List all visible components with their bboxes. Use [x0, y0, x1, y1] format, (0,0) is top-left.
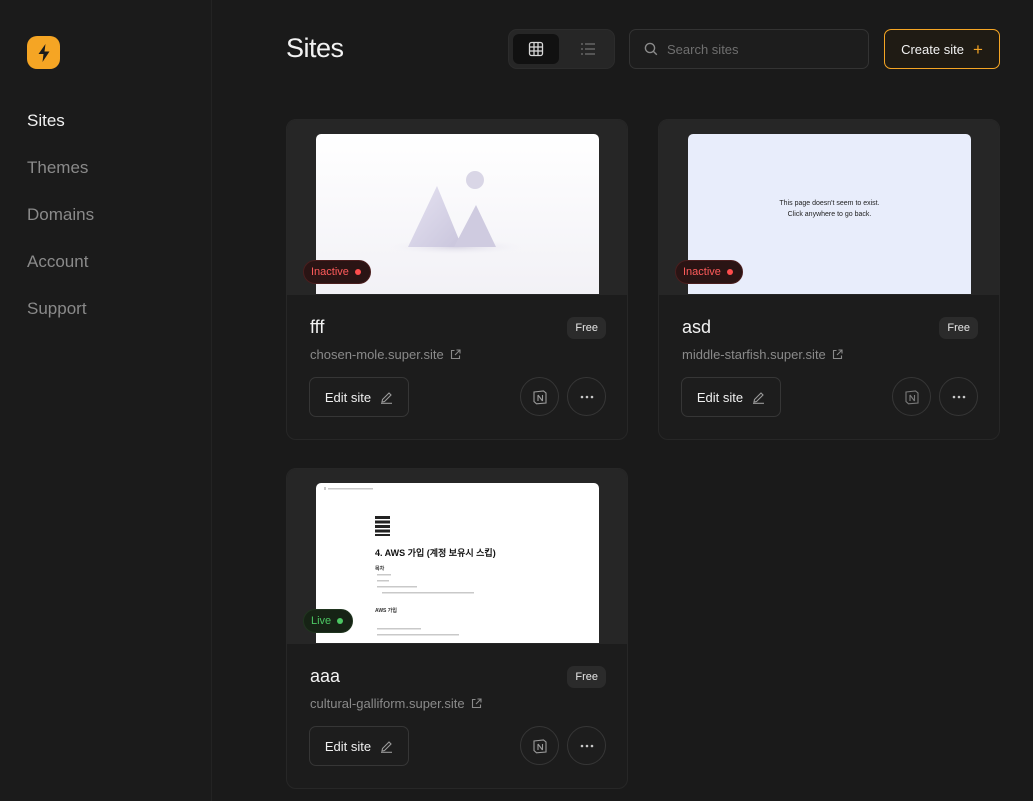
pencil-icon [381, 391, 393, 404]
edit-site-label: Edit site [324, 738, 372, 754]
external-link-icon [832, 349, 843, 360]
status-dot [726, 269, 733, 275]
edit-site-label: Edit site [696, 389, 744, 405]
search-box [629, 29, 869, 69]
sidebar-item-support[interactable]: Support [27, 296, 94, 343]
more-options-button[interactable] [567, 377, 606, 416]
site-url-text: cultural-galliform.super.site [310, 696, 465, 711]
more-horizontal-icon [580, 395, 593, 398]
grid-view-icon [528, 41, 544, 57]
more-horizontal-icon [580, 744, 593, 747]
status-badge: Inactive [303, 260, 371, 284]
status-dot [354, 269, 361, 275]
notion-icon [532, 389, 547, 404]
list-view-icon [581, 43, 595, 55]
edit-site-button[interactable]: Edit site [681, 377, 781, 417]
external-link-icon [450, 349, 461, 360]
edit-site-label: Edit site [324, 389, 372, 405]
site-card[interactable]: This page doesn't seem to exist. Click a… [658, 119, 1000, 440]
edit-site-button[interactable]: Edit site [309, 726, 409, 766]
site-card[interactable]: Inactive fff Free chosen-mole.super.site… [286, 119, 628, 440]
preview-doc-lines [324, 487, 474, 636]
create-site-button[interactable]: Create site + [884, 29, 1000, 69]
site-preview-area: 4. AWS 가입 (계정 보유시 스킵) 목차 AWS 가입 Live [287, 469, 627, 644]
site-url-link[interactable]: middle-starfish.super.site [682, 347, 843, 362]
sidebar-item-themes[interactable]: Themes [27, 155, 94, 202]
main-content: Sites Create site + [213, 0, 1033, 801]
sidebar: Sites Themes Domains Account Support [0, 0, 212, 801]
site-name: aaa [310, 666, 341, 686]
notion-icon [532, 738, 547, 753]
status-dot [337, 618, 344, 624]
list-view-button[interactable] [565, 34, 611, 64]
pencil-icon [753, 391, 765, 404]
site-card[interactable]: 4. AWS 가입 (계정 보유시 스킵) 목차 AWS 가입 Live aaa… [286, 468, 628, 789]
more-options-button[interactable] [567, 726, 606, 765]
site-name: asd [682, 317, 712, 337]
sidebar-item-domains[interactable]: Domains [27, 202, 94, 249]
plan-badge: Free [567, 317, 606, 339]
sidebar-item-sites[interactable]: Sites [27, 108, 94, 155]
page-title: Sites [286, 33, 344, 63]
more-horizontal-icon [952, 395, 965, 398]
notion-button[interactable] [520, 377, 559, 416]
search-input[interactable] [667, 41, 857, 57]
site-name: fff [310, 317, 325, 337]
sidebar-nav: Sites Themes Domains Account Support [27, 108, 94, 343]
search-icon [644, 42, 658, 56]
site-url-text: middle-starfish.super.site [682, 347, 826, 362]
status-badge: Inactive [675, 260, 743, 284]
more-options-button[interactable] [939, 377, 978, 416]
pencil-icon [381, 740, 393, 753]
site-preview-area: Inactive [287, 120, 627, 295]
site-preview-image: 4. AWS 가입 (계정 보유시 스킵) 목차 AWS 가입 [316, 483, 599, 643]
site-url-link[interactable]: chosen-mole.super.site [310, 347, 461, 362]
preview-text-line: This page doesn't seem to exist. [779, 200, 880, 207]
preview-text-line: Click anywhere to go back. [787, 211, 872, 218]
site-preview-area: This page doesn't seem to exist. Click a… [659, 120, 999, 295]
status-badge: Live [303, 609, 354, 633]
edit-site-button[interactable]: Edit site [309, 377, 409, 417]
create-site-label: Create site [901, 41, 964, 57]
view-toggle [508, 29, 615, 69]
notion-button[interactable] [520, 726, 559, 765]
plan-badge: Free [939, 317, 978, 339]
status-label: Inactive [311, 266, 349, 278]
plus-icon: + [972, 39, 983, 59]
site-url-link[interactable]: cultural-galliform.super.site [310, 696, 482, 711]
notion-icon [904, 389, 919, 404]
notion-button[interactable] [892, 377, 931, 416]
status-label: Inactive [683, 266, 721, 278]
lightning-bolt-icon[interactable] [27, 36, 60, 69]
sidebar-item-account[interactable]: Account [27, 249, 94, 296]
preview-doc-heading: AWS 가입 [375, 608, 397, 614]
external-link-icon [471, 698, 482, 709]
grid-view-button[interactable] [513, 34, 559, 64]
status-label: Live [311, 615, 332, 627]
site-url-text: chosen-mole.super.site [310, 347, 444, 362]
plan-badge: Free [567, 666, 606, 688]
